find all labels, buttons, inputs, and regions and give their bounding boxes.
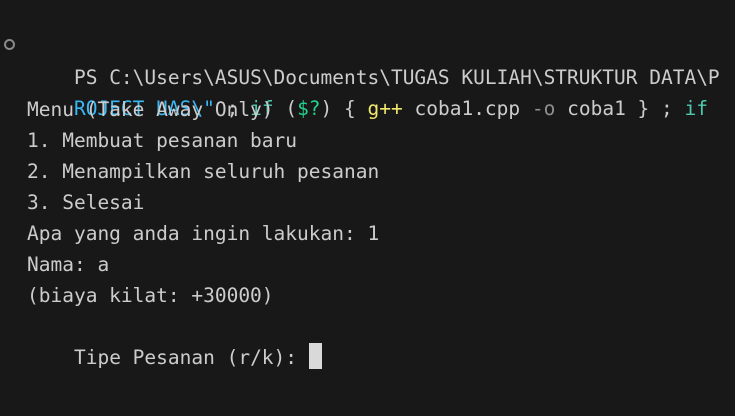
terminal-window[interactable]: PS C:\Users\ASUS\Documents\TUGAS KULIAH\… [0,0,735,416]
prompt-line: PS C:\Users\ASUS\Documents\TUGAS KULIAH\… [73,66,720,89]
fee-note: (biaya kilat: +30000) [27,284,274,307]
order-type-text: Tipe Pesanan (r/k): r [73,346,321,369]
circle-icon [4,39,15,50]
choice-prompt: Apa yang anda ingin lakukan: 1 [27,222,380,245]
terminal-cursor [308,343,322,369]
menu-option-1: 1. Membuat pesanan baru [27,129,298,152]
order-type-prompt[interactable]: Tipe Pesanan (r/k): r [27,311,322,369]
menu-option-2: 2. Menampilkan seluruh pesanan [27,160,380,183]
menu-option-3: 3. Selesai [27,191,145,214]
name-prompt: Nama: a [27,253,110,276]
compiler-command: g++ [367,97,403,120]
menu-title: Menu (Take Away Only) [27,98,274,121]
command-line: ROJECT UAS\" ; if ($?) { g++ coba1.cpp -… [73,97,708,120]
